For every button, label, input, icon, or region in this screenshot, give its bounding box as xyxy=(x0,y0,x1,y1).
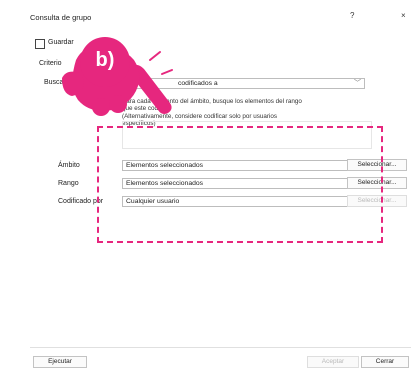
annotation-badge: b) xyxy=(79,36,131,88)
badge-label: b) xyxy=(95,49,115,71)
pointing-hand-icon xyxy=(62,45,173,116)
